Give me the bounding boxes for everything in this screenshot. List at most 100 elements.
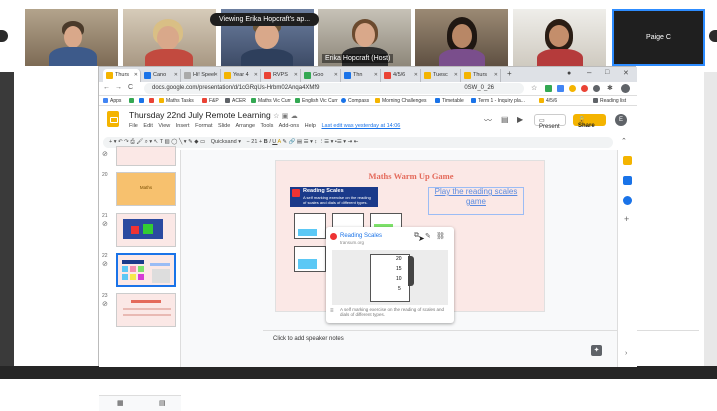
drive-extension-icon[interactable] — [545, 85, 552, 92]
close-icon[interactable]: ✕ — [454, 72, 458, 78]
viewing-share-tooltip[interactable]: Viewing Erika Hopcraft's ap... — [210, 13, 320, 26]
slide-thumb[interactable] — [116, 213, 176, 247]
card-title[interactable]: Reading Scales — [340, 233, 382, 239]
profile-avatar[interactable] — [621, 84, 630, 93]
bookmark-icon-only[interactable] — [139, 98, 146, 104]
participant-tile-2[interactable] — [123, 9, 216, 66]
extension-icon[interactable] — [557, 85, 564, 92]
expand-panel-icon[interactable]: › — [625, 350, 627, 357]
align-icon[interactable]: ☰ ▾ — [304, 139, 315, 145]
add-on-plus-icon[interactable]: + — [624, 214, 629, 224]
browser-tab[interactable]: Tuesc ✕ — [421, 69, 461, 82]
close-icon[interactable]: ✕ — [494, 72, 498, 78]
participant-tile-host[interactable]: Erika Hopcraft (Host) — [318, 9, 411, 66]
link-icon[interactable]: 🔗 — [289, 139, 297, 145]
extension-icon[interactable] — [581, 85, 588, 92]
speaker-notes-input[interactable]: Click to add speaker notes — [273, 336, 344, 342]
forward-icon[interactable]: → — [115, 84, 122, 91]
bulleted-list-icon[interactable]: •☰ ▾ — [335, 139, 348, 145]
line-icon[interactable]: ╲ ▾ — [179, 139, 188, 145]
menu-arrange[interactable]: Arrange — [236, 123, 256, 129]
window-close-icon[interactable]: ✕ — [623, 69, 629, 77]
star-icon[interactable]: ☆ — [531, 84, 537, 92]
extension-icon[interactable] — [593, 85, 600, 92]
bookmark-maths-vic[interactable]: Maths Vic Curr — [251, 98, 291, 104]
browser-tab[interactable]: Cano ✕ — [141, 69, 181, 82]
link-preview-card[interactable]: Reading Scales transum.org ⧉ ✎ ⛓ 20 15 1… — [326, 227, 454, 323]
close-icon[interactable]: ✕ — [254, 72, 258, 78]
share-button[interactable]: 🔒 Share — [573, 114, 606, 129]
outdent-icon[interactable]: ⇤ — [354, 139, 359, 145]
slides-logo-icon[interactable] — [107, 111, 119, 127]
meet-icon[interactable]: ▶ — [517, 115, 523, 124]
border-icon[interactable]: ▭ — [200, 139, 207, 145]
zoom-icon[interactable]: ⌕ ▾ — [145, 139, 154, 145]
menu-format[interactable]: Format — [195, 123, 212, 129]
maximize-icon[interactable]: □ — [605, 69, 609, 76]
comment-icon[interactable]: ▤ — [297, 139, 304, 145]
browser-tab[interactable]: Year 4 ✕ — [221, 69, 261, 82]
keep-icon[interactable] — [623, 156, 632, 165]
scroll-left-arrow[interactable] — [0, 30, 8, 42]
participant-tile-5[interactable] — [415, 9, 508, 66]
menu-help[interactable]: Help — [305, 123, 316, 129]
close-icon[interactable]: ✕ — [294, 72, 298, 78]
grid-view-icon[interactable]: ▦ — [117, 399, 124, 407]
slide-thumb[interactable]: Maths — [116, 172, 176, 206]
menu-view[interactable]: View — [158, 123, 170, 129]
menu-edit[interactable]: Edit — [143, 123, 152, 129]
slide-thumb[interactable] — [116, 293, 176, 327]
close-icon[interactable]: ✕ — [374, 72, 378, 78]
present-button[interactable]: ▭ Present — [534, 114, 566, 130]
comments-icon[interactable]: ▤ — [501, 115, 509, 124]
scroll-right-arrow[interactable] — [709, 30, 717, 42]
close-icon[interactable]: ✕ — [334, 72, 338, 78]
extension-icon[interactable] — [569, 85, 576, 92]
bookmark-maths-tasks[interactable]: Maths Tasks — [159, 98, 194, 104]
tasks-icon[interactable] — [623, 176, 632, 185]
explore-icon[interactable]: ✦ — [591, 345, 602, 356]
shape-icon[interactable]: ◯ — [171, 139, 179, 145]
bookmark-compass[interactable]: Compass — [341, 98, 369, 104]
close-icon[interactable]: ✕ — [134, 72, 138, 78]
edit-icon[interactable]: ✎ — [425, 232, 431, 240]
play-game-link[interactable]: Play the reading scales game — [426, 187, 526, 207]
paint-format-icon[interactable]: 🖌 — [136, 139, 145, 145]
browser-tab[interactable]: Hi! Speel ✕ — [181, 69, 221, 82]
collapse-toolbar-icon[interactable]: ⌃ — [621, 137, 627, 145]
menu-insert[interactable]: Insert — [176, 123, 190, 129]
bookmark-456[interactable]: 4/5/6 — [539, 98, 557, 104]
back-icon[interactable]: ← — [103, 84, 110, 91]
bookmark-reading-list[interactable]: Reading list — [593, 98, 626, 104]
browser-tab[interactable]: Goo ✕ — [301, 69, 341, 82]
browser-tab[interactable]: Thurs ✕ — [103, 69, 141, 82]
participant-tile-paige[interactable]: Paige C — [612, 9, 705, 66]
document-title[interactable]: Thursday 22nd July Remote Learning ☆ ▣ ☁ — [129, 110, 298, 120]
close-icon[interactable]: ✕ — [174, 72, 178, 78]
bookmark-fp[interactable]: F&P — [202, 98, 219, 104]
account-avatar[interactable]: E — [615, 114, 627, 126]
minimize-icon[interactable]: – — [587, 68, 591, 77]
bookmark-icon-only[interactable] — [149, 98, 156, 104]
bookmark-term1[interactable]: Term 1 - Inquiry pla... — [471, 98, 525, 104]
font-family-select[interactable]: Quicksand ▾ — [211, 139, 241, 145]
close-icon[interactable]: ✕ — [414, 72, 418, 78]
puzzle-icon[interactable]: ✱ — [607, 84, 613, 92]
menu-slide[interactable]: Slide — [218, 123, 230, 129]
bookmark-acer[interactable]: ACER — [225, 98, 246, 104]
new-tab-icon[interactable]: + — [507, 69, 512, 78]
browser-tab[interactable]: Thurs ✕ — [461, 69, 501, 82]
activity-icon[interactable]: 〰 — [484, 115, 492, 126]
close-icon[interactable]: ✕ — [214, 72, 218, 78]
last-edit-link[interactable]: Last edit was yesterday at 14:06 — [321, 123, 400, 129]
browser-tab[interactable]: RVPS ✕ — [261, 69, 301, 82]
numbered-list-icon[interactable]: ⋮☰ ▾ — [319, 139, 335, 145]
url-input[interactable]: docs.google.com/presentation/d/1cGRqUs-H… — [144, 83, 524, 94]
participant-tile-1[interactable] — [25, 9, 118, 66]
menu-tools[interactable]: Tools — [261, 123, 274, 129]
bookmark-icon-only[interactable] — [129, 98, 136, 104]
bookmark-english-vic[interactable]: English Vic Curr — [295, 98, 338, 104]
reload-icon[interactable]: C — [128, 84, 133, 91]
bookmark-morning[interactable]: Morning Challenges — [375, 98, 426, 104]
menu-addons[interactable]: Add-ons — [279, 123, 300, 129]
